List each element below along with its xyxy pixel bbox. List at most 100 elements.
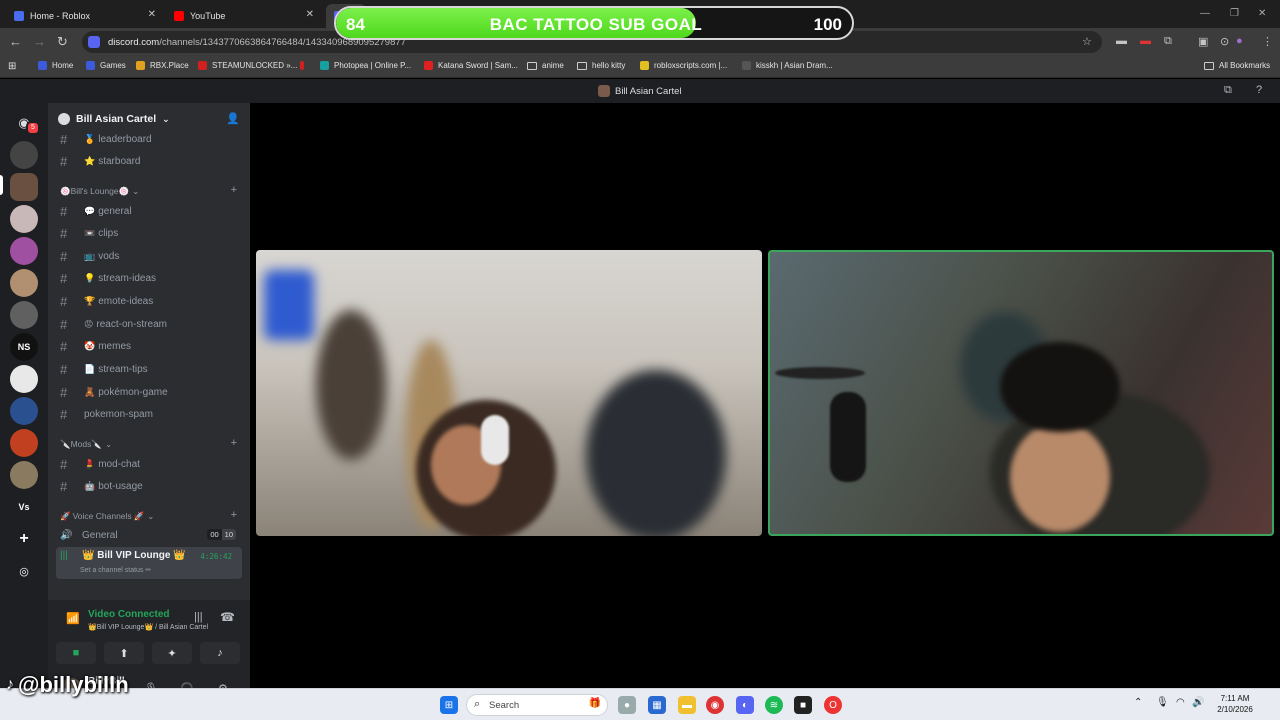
close-tab-icon[interactable]: ✕: [148, 9, 156, 20]
clock[interactable]: 7:11 AM 2/10/2026: [1212, 693, 1258, 715]
server-avatar-ns[interactable]: NS: [10, 333, 38, 361]
discover-icon[interactable]: ◎: [10, 557, 38, 585]
channel-pokemon-spam[interactable]: # pokemon-spam: [56, 404, 242, 424]
server-avatar-active[interactable]: [10, 173, 38, 201]
bookmark-folder-hellokitty[interactable]: hello kitty: [577, 61, 625, 70]
channel-general[interactable]: # 💬 general: [56, 201, 242, 221]
back-icon[interactable]: ←: [9, 34, 22, 50]
site-info-icon[interactable]: [88, 36, 100, 48]
video-tile-participant-2-speaking[interactable]: [768, 250, 1274, 536]
bookmark-robloxscripts[interactable]: robloxscripts.com |...: [640, 61, 727, 70]
bookmark-star-icon[interactable]: ☆: [1082, 35, 1092, 48]
channel-emote-ideas[interactable]: # 🏆 emote-ideas: [56, 291, 242, 311]
profile-avatar-icon[interactable]: ●: [1236, 35, 1243, 47]
spotify-icon[interactable]: ≋: [765, 696, 783, 714]
server-avatar[interactable]: [10, 141, 38, 169]
bookmark-folder-anime[interactable]: anime: [527, 61, 564, 70]
sidepanel-icon[interactable]: ▣: [1198, 35, 1208, 48]
channel-status[interactable]: Set a channel status ✏: [80, 566, 151, 574]
channel-vods[interactable]: # 📺 vods: [56, 246, 242, 266]
soundboard-button[interactable]: ♪: [200, 642, 240, 664]
wifi-icon[interactable]: ◠: [1176, 697, 1185, 708]
all-bookmarks[interactable]: All Bookmarks: [1204, 61, 1270, 70]
server-avatar[interactable]: [10, 301, 38, 329]
voice-channel-general[interactable]: 🔊 General 00 10: [56, 525, 242, 545]
extension-icon[interactable]: ▬: [1116, 35, 1127, 47]
popout-icon[interactable]: ⧉: [1224, 84, 1232, 97]
file-explorer-icon[interactable]: ▬: [678, 696, 696, 714]
extensions-puzzle-icon[interactable]: ⧉: [1164, 35, 1172, 48]
camera-button[interactable]: ■: [56, 642, 96, 664]
create-channel-icon[interactable]: +: [231, 437, 237, 449]
forward-icon[interactable]: →: [33, 34, 46, 50]
server-avatar-vs[interactable]: Vs: [10, 493, 38, 521]
bookmark-rbxplace[interactable]: RBX.Place: [136, 61, 189, 70]
channel-bot-usage[interactable]: # 🤖 bot-usage: [56, 476, 242, 496]
add-server-icon[interactable]: +: [10, 525, 38, 553]
activities-button[interactable]: ✦: [152, 642, 192, 664]
signal-icon[interactable]: 📶: [66, 612, 80, 625]
disconnect-icon[interactable]: ☎: [220, 610, 235, 624]
video-tile-participant-1[interactable]: [256, 250, 762, 536]
bookmark-games[interactable]: Games: [86, 61, 126, 70]
volume-icon[interactable]: 🔊: [1192, 697, 1204, 708]
connection-location[interactable]: 👑Bill VIP Lounge👑 / Bill Asian Cartel: [88, 623, 208, 631]
close-tab-icon[interactable]: ✕: [306, 9, 314, 20]
mic-tray-icon[interactable]: 🎙: [1156, 697, 1169, 708]
maximize-icon[interactable]: ❐: [1230, 8, 1239, 19]
copilot-icon[interactable]: ●: [618, 696, 636, 714]
channel-clips[interactable]: # 📼 clips: [56, 223, 242, 243]
screen-share-button[interactable]: ⬆: [104, 642, 144, 664]
category-mods[interactable]: 🔪 Mods 🔪 ⌄ +: [60, 437, 242, 451]
channel-react-on-stream[interactable]: # 😡 react-on-stream: [56, 314, 242, 334]
bookmark-home[interactable]: Home: [38, 61, 73, 70]
help-icon[interactable]: ?: [1256, 84, 1262, 96]
robot-app-icon[interactable]: ■: [794, 696, 812, 714]
server-avatar[interactable]: [10, 269, 38, 297]
menu-kebab-icon[interactable]: ⋮: [1262, 35, 1273, 48]
server-avatar[interactable]: [10, 205, 38, 233]
channel-stream-ideas[interactable]: # 💡 stream-ideas: [56, 268, 242, 288]
windows-start-icon[interactable]: ⊞: [440, 696, 458, 714]
channel-pokemon-game[interactable]: # 🧸 pokémon-game: [56, 382, 242, 402]
bookmark-steamunlocked[interactable]: STEAMUNLOCKED »...: [198, 61, 297, 70]
invite-people-icon[interactable]: 👤: [226, 112, 240, 125]
bookmark-unnamed[interactable]: [300, 61, 304, 70]
create-channel-icon[interactable]: +: [231, 509, 237, 521]
reload-icon[interactable]: ↻: [57, 34, 68, 50]
chrome-icon[interactable]: ◉: [706, 696, 724, 714]
hash-icon: #: [60, 270, 68, 286]
server-avatar[interactable]: [10, 461, 38, 489]
channel-memes[interactable]: # 🤡 memes: [56, 336, 242, 356]
server-avatar[interactable]: [10, 365, 38, 393]
bookmark-photopea[interactable]: Photopea | Online P...: [320, 61, 411, 70]
channel-stream-tips[interactable]: # 📄 stream-tips: [56, 359, 242, 379]
channel-starboard[interactable]: # ⭐ starboard: [56, 151, 242, 171]
extension-red-icon[interactable]: ▬: [1140, 35, 1151, 47]
channel-leaderboard[interactable]: # 🏅 leaderboard: [56, 129, 242, 149]
voice-channel-vip-lounge[interactable]: ||| 👑 Bill VIP Lounge 👑 4:26:42 Set a ch…: [56, 547, 242, 579]
minimize-icon[interactable]: —: [1200, 8, 1210, 19]
search-tab-icon[interactable]: ⊙: [1220, 35, 1229, 48]
tab-youtube[interactable]: YouTube ✕: [166, 4, 322, 28]
taskbar-search[interactable]: ⌕ Search 🎁: [466, 694, 608, 716]
bookmark-kisskh[interactable]: kisskh | Asian Dram...: [742, 61, 833, 70]
create-channel-icon[interactable]: +: [231, 184, 237, 196]
discord-icon[interactable]: ◐: [736, 696, 754, 714]
server-avatar[interactable]: [10, 429, 38, 457]
server-avatar[interactable]: [10, 397, 38, 425]
category-bills-lounge[interactable]: 🍥 Bill's Lounge 🍥 ⌄ +: [60, 184, 242, 198]
connection-status[interactable]: Video Connected: [88, 609, 170, 620]
store-icon[interactable]: ▦: [648, 696, 666, 714]
server-avatar[interactable]: [10, 237, 38, 265]
apps-grid-icon[interactable]: ⊞: [8, 61, 16, 72]
tab-roblox[interactable]: Home - Roblox ✕: [6, 4, 164, 28]
opera-icon[interactable]: O: [824, 696, 842, 714]
sub-goal-title: BAC TATTOO SUB GOAL: [489, 15, 703, 34]
channel-mod-chat[interactable]: # 💄 mod-chat: [56, 454, 242, 474]
noise-suppression-icon[interactable]: |||: [194, 611, 203, 623]
category-voice-channels[interactable]: 🚀 Voice Channels 🚀 ⌄ +: [60, 509, 242, 523]
bookmark-katana[interactable]: Katana Sword | Sam...: [424, 61, 518, 70]
close-window-icon[interactable]: ✕: [1258, 8, 1266, 19]
tray-overflow-icon[interactable]: ⌃: [1134, 697, 1142, 708]
